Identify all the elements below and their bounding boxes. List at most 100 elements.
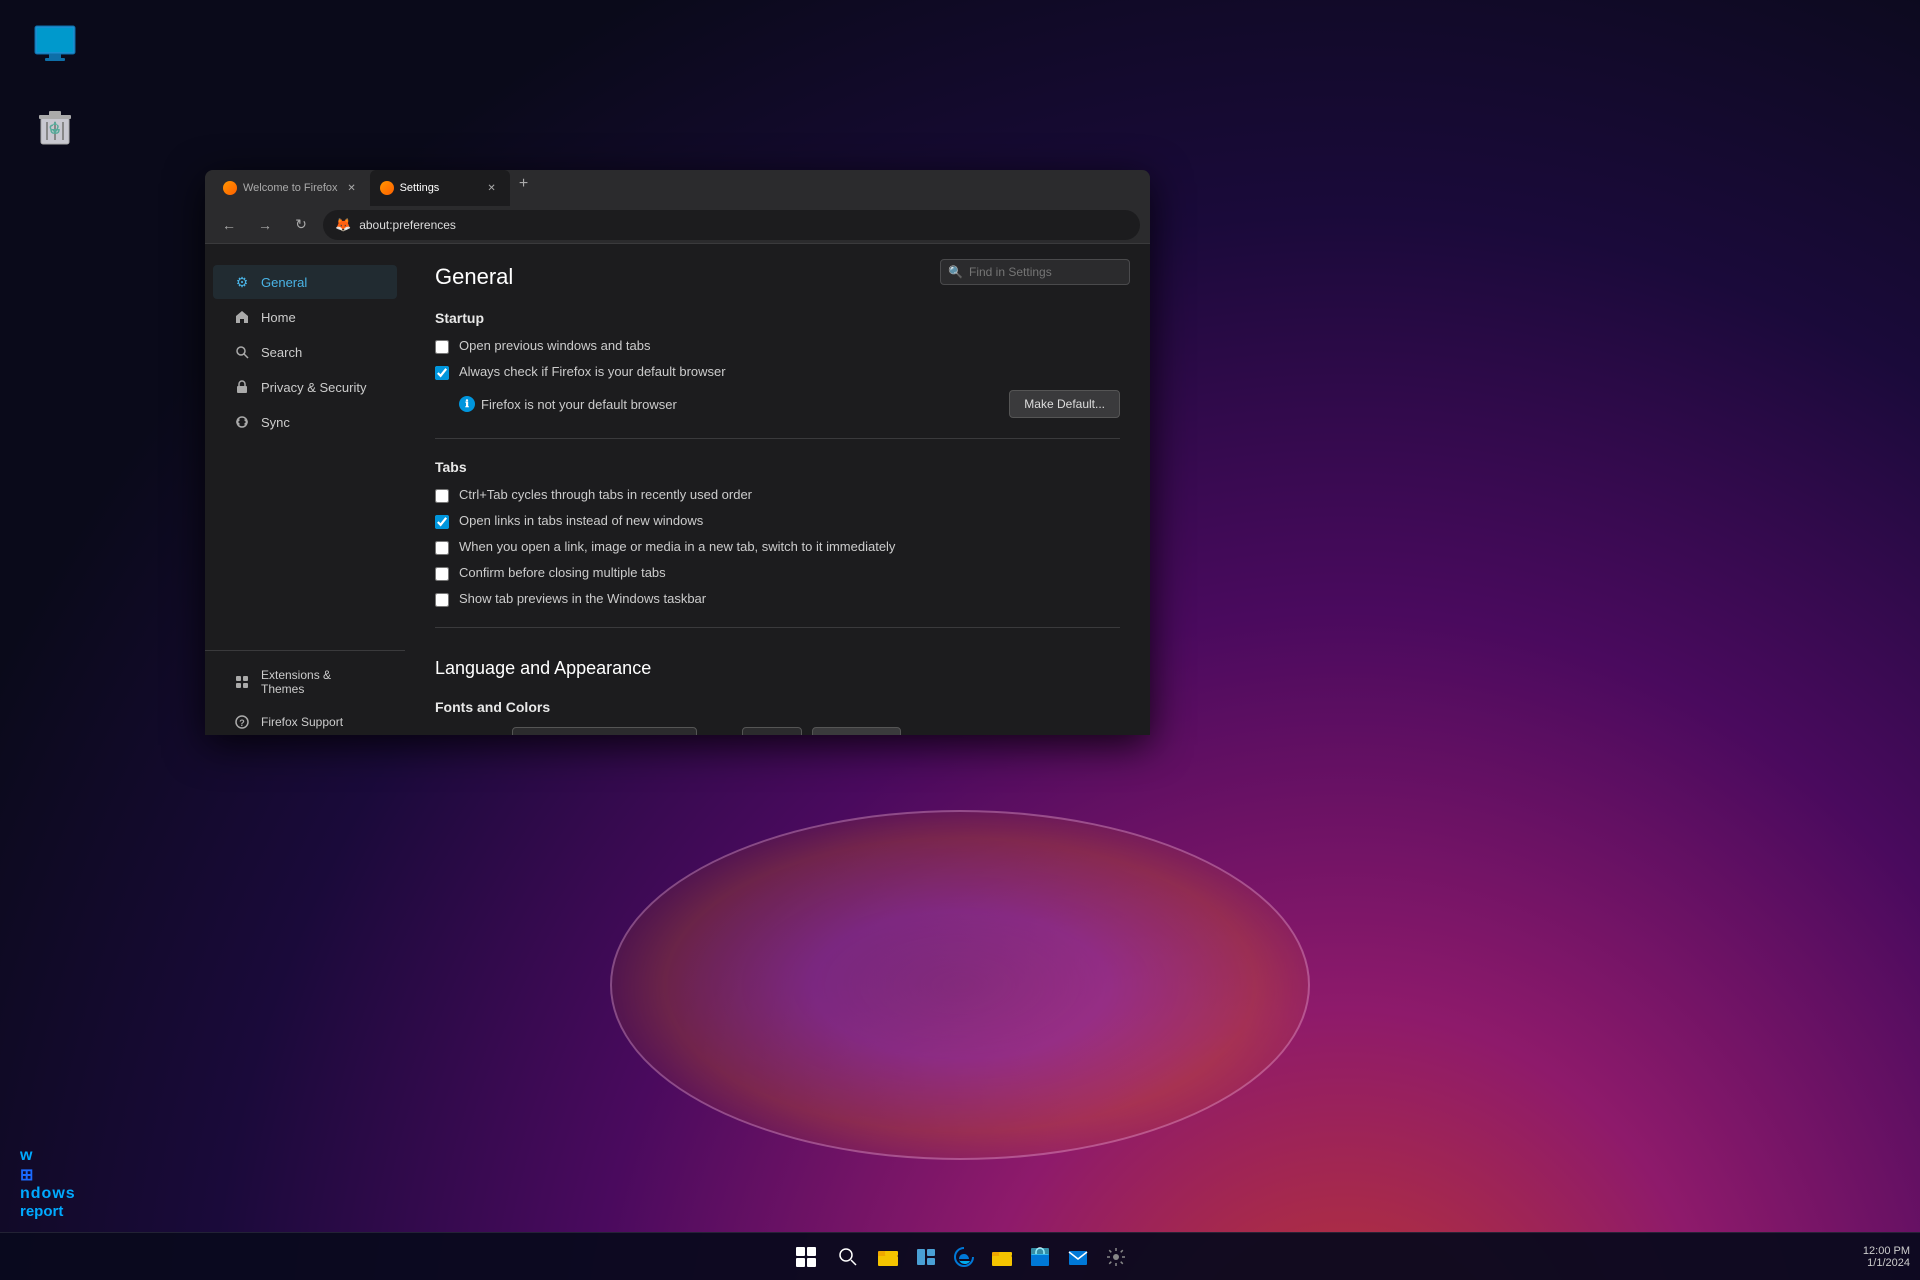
sidebar-extensions-label: Extensions & Themes (261, 668, 377, 696)
confirm-close-checkbox[interactable] (435, 567, 449, 581)
sidebar-item-search[interactable]: Search (213, 335, 397, 369)
switch-new-tab-item: When you open a link, image or media in … (435, 539, 1120, 555)
browser-toolbar: ← → ↻ 🦊 about:preferences (205, 206, 1150, 244)
advanced-button[interactable]: Advanced... (812, 727, 901, 735)
sidebar-sync-label: Sync (261, 415, 290, 430)
tab-settings[interactable]: Settings ✕ (370, 170, 510, 206)
taskbar-edge[interactable] (948, 1241, 980, 1273)
desktop-icon-monitor[interactable] (20, 20, 90, 72)
make-default-button[interactable]: Make Default... (1009, 390, 1120, 418)
ctrl-tab-checkbox[interactable] (435, 489, 449, 503)
taskbar: 12:00 PM 1/1/2024 (0, 1232, 1920, 1280)
open-previous-item: Open previous windows and tabs (435, 338, 1120, 354)
find-input[interactable] (940, 259, 1130, 285)
always-check-item: Always check if Firefox is your default … (435, 364, 1120, 380)
default-browser-notice: ℹ Firefox is not your default browser Ma… (459, 390, 1120, 418)
switch-new-tab-checkbox[interactable] (435, 541, 449, 555)
home-icon (233, 308, 251, 326)
start-button[interactable] (788, 1239, 824, 1275)
forward-button[interactable]: → (251, 211, 279, 239)
info-icon: ℹ (459, 396, 475, 412)
support-icon: ? (233, 713, 251, 731)
tab-previews-checkbox[interactable] (435, 593, 449, 607)
taskbar-file-explorer[interactable] (872, 1241, 904, 1273)
tab-welcome[interactable]: Welcome to Firefox ✕ (213, 170, 370, 206)
find-search-icon: 🔍 (948, 265, 963, 279)
always-check-label: Always check if Firefox is your default … (459, 364, 726, 379)
open-links-label: Open links in tabs instead of new window… (459, 513, 703, 528)
fonts-row: Default font Default (Times New Roman) S… (435, 727, 1120, 735)
tab-welcome-label: Welcome to Firefox (243, 182, 338, 194)
sync-icon (233, 413, 251, 431)
open-links-checkbox[interactable] (435, 515, 449, 529)
monitor-icon (31, 20, 79, 68)
ctrl-tab-label: Ctrl+Tab cycles through tabs in recently… (459, 487, 752, 502)
sidebar-item-extensions[interactable]: Extensions & Themes (213, 660, 397, 704)
sidebar-privacy-label: Privacy & Security (261, 380, 366, 395)
taskbar-file-manager[interactable] (910, 1241, 942, 1273)
settings-tab-icon (380, 181, 394, 195)
privacy-icon (233, 378, 251, 396)
firefox-tab-icon (223, 181, 237, 195)
size-label: Size (707, 733, 732, 736)
default-font-select[interactable]: Default (Times New Roman) (512, 727, 697, 735)
settings-main: 🔍 General Startup Open previous windows … (405, 244, 1150, 735)
taskbar-settings[interactable] (1100, 1241, 1132, 1273)
switch-new-tab-label: When you open a link, image or media in … (459, 539, 895, 554)
taskbar-store[interactable] (1024, 1241, 1056, 1273)
windows-report-line1: w⊞ndows (20, 1147, 76, 1203)
desktop-icon-recycle-bin[interactable] (20, 102, 90, 154)
taskbar-search-button[interactable] (830, 1239, 866, 1275)
taskbar-date: 1/1/2024 (1863, 1257, 1910, 1269)
find-in-settings: 🔍 (940, 259, 1130, 285)
glow-circle (610, 810, 1310, 1160)
browser-window: Welcome to Firefox ✕ Settings ✕ + ← → ↻ … (205, 170, 1150, 735)
taskbar-center (788, 1239, 1132, 1275)
size-select[interactable]: 16 (742, 727, 802, 735)
sidebar-search-label: Search (261, 345, 302, 360)
ctrl-tab-item: Ctrl+Tab cycles through tabs in recently… (435, 487, 1120, 503)
taskbar-mail[interactable] (1062, 1241, 1094, 1273)
tab-previews-item: Show tab previews in the Windows taskbar (435, 591, 1120, 607)
tab-settings-close[interactable]: ✕ (484, 180, 500, 196)
sidebar-home-label: Home (261, 310, 296, 325)
sidebar-item-general[interactable]: ⚙ General (213, 265, 397, 299)
refresh-button[interactable]: ↻ (287, 211, 315, 239)
sidebar-general-label: General (261, 275, 307, 290)
fonts-colors-title: Fonts and Colors (435, 699, 1120, 715)
always-check-checkbox[interactable] (435, 366, 449, 380)
address-bar[interactable]: 🦊 about:preferences (323, 210, 1140, 240)
sidebar-item-privacy[interactable]: Privacy & Security (213, 370, 397, 404)
sidebar-item-support[interactable]: ? Firefox Support (213, 705, 397, 735)
svg-text:?: ? (239, 718, 245, 728)
extensions-icon (233, 673, 251, 691)
taskbar-folder[interactable] (986, 1241, 1018, 1273)
windows-report-logo: w⊞ndows report (20, 1147, 76, 1220)
tabs-title: Tabs (435, 459, 1120, 475)
language-appearance-title: Language and Appearance (435, 648, 1120, 679)
back-button[interactable]: ← (215, 211, 243, 239)
divider-startup-tabs (435, 438, 1120, 439)
confirm-close-label: Confirm before closing multiple tabs (459, 565, 666, 580)
default-font-label: Default font (435, 733, 502, 736)
open-links-item: Open links in tabs instead of new window… (435, 513, 1120, 529)
open-previous-checkbox[interactable] (435, 340, 449, 354)
firefox-address-icon: 🦊 (335, 217, 351, 233)
tab-welcome-close[interactable]: ✕ (344, 180, 360, 196)
taskbar-right: 12:00 PM 1/1/2024 (1863, 1245, 1910, 1269)
divider-tabs-language (435, 627, 1120, 628)
open-previous-label: Open previous windows and tabs (459, 338, 651, 353)
url-text: about:preferences (359, 218, 456, 232)
new-tab-button[interactable]: + (510, 170, 538, 198)
desktop-icons (20, 20, 90, 154)
browser-titlebar: Welcome to Firefox ✕ Settings ✕ + (205, 170, 1150, 206)
startup-title: Startup (435, 310, 1120, 326)
windows-logo (796, 1247, 816, 1267)
sidebar-item-home[interactable]: Home (213, 300, 397, 334)
search-nav-icon (233, 343, 251, 361)
browser-tabs: Welcome to Firefox ✕ Settings ✕ + (213, 170, 1142, 206)
sidebar-item-sync[interactable]: Sync (213, 405, 397, 439)
confirm-close-item: Confirm before closing multiple tabs (435, 565, 1120, 581)
tab-settings-label: Settings (400, 182, 440, 194)
windows-report-line2: report (20, 1203, 76, 1220)
